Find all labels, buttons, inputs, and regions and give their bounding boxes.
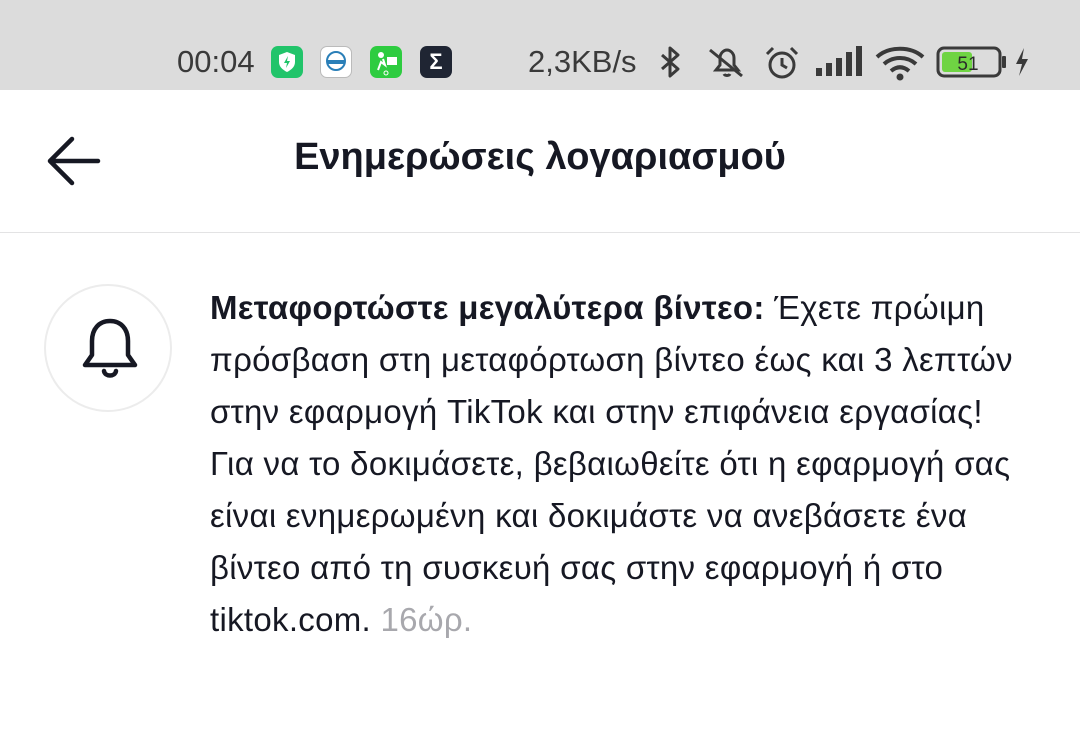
alarm-icon (762, 44, 802, 87)
notification-avatar (44, 284, 172, 412)
charging-icon (1012, 44, 1032, 85)
bell-icon (82, 318, 138, 378)
header: Ενημερώσεις λογαριασμού (0, 90, 1080, 233)
mute-icon (704, 44, 750, 85)
battery-icon: 51 (936, 45, 1008, 84)
news-app-icon (320, 46, 352, 78)
notification-body: Έχετε πρώιμη πρόσβαση στη μεταφόρτωση βί… (210, 289, 1013, 638)
status-time: 00:04 (177, 44, 255, 79)
network-speed: 2,3KB/s (528, 44, 637, 79)
bluetooth-icon (652, 44, 688, 85)
shield-app-icon (271, 46, 303, 78)
notification-time: 16ώρ. (380, 601, 473, 638)
notification-title: Μεταφορτώστε μεγαλύτερα βίντεο: (210, 289, 765, 326)
sigma-app-icon: Σ (420, 46, 452, 78)
wifi-icon (874, 44, 926, 87)
battery-level: 51 (957, 54, 978, 75)
fitness-app-icon (370, 46, 402, 78)
notification-text: Μεταφορτώστε μεγαλύτερα βίντεο: Έχετε πρ… (210, 282, 1020, 646)
status-bar: 00:04 Σ 2,3KB/s 51 (0, 0, 1080, 90)
page-title: Ενημερώσεις λογαριασμού (294, 136, 786, 178)
signal-icon (814, 44, 864, 85)
